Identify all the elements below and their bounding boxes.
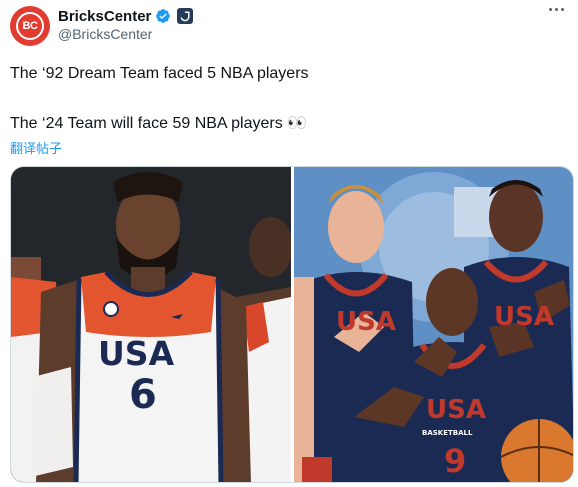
tweet-text-line-1: The ‘92 Dream Team faced 5 NBA players bbox=[10, 65, 309, 82]
tweet-card: BC BricksCenter @BricksCenter The ‘92 Dr… bbox=[0, 0, 578, 487]
more-options-icon[interactable] bbox=[549, 8, 564, 11]
jersey-text-usa-center-player: USA bbox=[426, 395, 486, 425]
verified-badge-icon[interactable] bbox=[155, 8, 171, 24]
photo-2024-team[interactable]: USA 6 bbox=[11, 167, 291, 482]
tweet-text-line-2: The ‘24 Team will face 59 NBA players 👀 bbox=[10, 115, 308, 132]
avatar-logo: BC bbox=[16, 12, 44, 40]
author-name-row: BricksCenter bbox=[58, 6, 194, 26]
tweet-media[interactable]: USA 6 USA USA USA BASKETBALL 9 bbox=[10, 166, 574, 483]
jersey-number-left: 6 bbox=[129, 372, 157, 418]
translate-post-link[interactable]: 翻译帖子 bbox=[10, 138, 62, 157]
jersey-number-right: 9 bbox=[444, 442, 467, 480]
author-display-name[interactable]: BricksCenter bbox=[58, 8, 151, 25]
photo-1992-dream-team[interactable]: USA USA USA BASKETBALL 9 bbox=[294, 167, 573, 482]
author-handle[interactable]: @BricksCenter bbox=[58, 26, 152, 42]
avatar[interactable]: BC bbox=[10, 6, 50, 46]
jersey-text-usa-left-player: USA bbox=[336, 307, 396, 337]
jersey-small-text: BASKETBALL bbox=[422, 429, 473, 437]
affiliate-badge-icon[interactable] bbox=[177, 8, 194, 24]
jersey-text-usa-right-player: USA bbox=[494, 302, 554, 332]
jersey-text-usa-left: USA bbox=[98, 334, 175, 373]
